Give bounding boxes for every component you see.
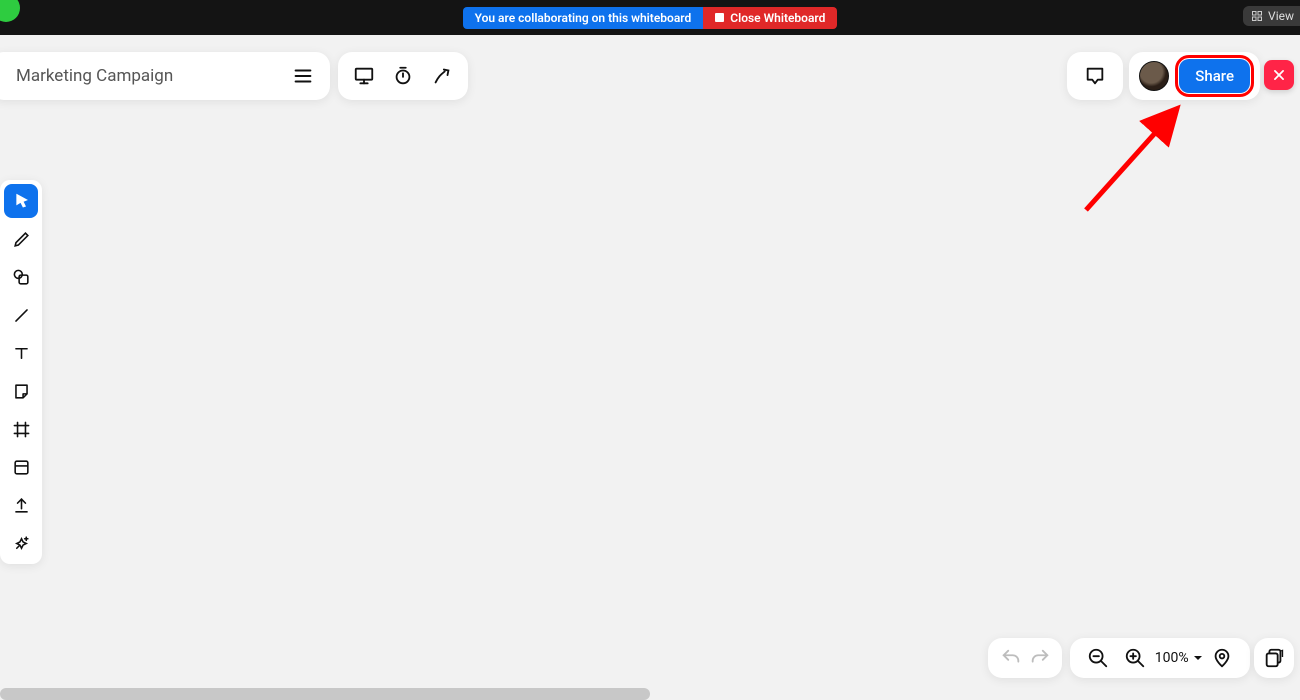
upload-tool[interactable] xyxy=(4,488,38,522)
zoom-out-icon xyxy=(1087,647,1109,669)
zoom-in-icon xyxy=(1124,647,1146,669)
more-apps-tool[interactable] xyxy=(4,526,38,560)
presentation-icon xyxy=(353,65,375,87)
upload-icon xyxy=(12,496,31,515)
board-title[interactable]: Marketing Campaign xyxy=(16,66,173,86)
minimap-button[interactable] xyxy=(1204,640,1240,676)
zoom-panel: 100% xyxy=(1070,638,1250,678)
undo-icon xyxy=(1000,647,1022,669)
sparkle-icon xyxy=(12,534,31,553)
stop-icon xyxy=(715,13,724,22)
status-indicator-icon xyxy=(0,0,20,22)
shape-tool[interactable] xyxy=(4,260,38,294)
map-pin-icon xyxy=(1211,647,1233,669)
line-tool[interactable] xyxy=(4,298,38,332)
pencil-icon xyxy=(12,230,31,249)
view-label: View xyxy=(1268,9,1294,23)
close-icon xyxy=(1272,68,1286,82)
frame-icon xyxy=(12,420,31,439)
board-menu-button[interactable] xyxy=(286,59,320,93)
pen-tool[interactable] xyxy=(4,222,38,256)
present-panel xyxy=(338,52,468,100)
collaboration-banner: You are collaborating on this whiteboard xyxy=(463,7,704,29)
hamburger-icon xyxy=(292,65,314,87)
pages-panel: 1 xyxy=(1254,638,1294,678)
share-button[interactable]: Share xyxy=(1179,59,1250,93)
close-whiteboard-label: Close Whiteboard xyxy=(730,11,825,25)
timer-button[interactable] xyxy=(385,58,421,94)
close-panel-button[interactable] xyxy=(1264,60,1294,90)
history-panel xyxy=(988,638,1062,678)
undo-button[interactable] xyxy=(996,640,1025,676)
zoom-in-button[interactable] xyxy=(1117,640,1153,676)
zoom-value-dropdown[interactable]: 100% xyxy=(1155,650,1203,666)
line-icon xyxy=(12,306,31,325)
frame-tool[interactable] xyxy=(4,412,38,446)
toolbox xyxy=(0,180,42,564)
zoom-value-label: 100% xyxy=(1155,650,1189,666)
templates-tool[interactable] xyxy=(4,450,38,484)
pages-button[interactable]: 1 xyxy=(1256,640,1292,676)
redo-icon xyxy=(1029,647,1051,669)
timer-icon xyxy=(392,65,414,87)
title-panel: Marketing Campaign xyxy=(0,52,330,100)
present-button[interactable] xyxy=(346,58,382,94)
laser-icon xyxy=(431,65,453,87)
comments-button[interactable] xyxy=(1077,58,1113,94)
sticky-note-tool[interactable] xyxy=(4,374,38,408)
comment-icon xyxy=(1084,65,1106,87)
laser-button[interactable] xyxy=(424,58,460,94)
redo-button[interactable] xyxy=(1025,640,1054,676)
view-mode-button[interactable]: View xyxy=(1243,6,1300,26)
shapes-icon xyxy=(12,268,31,287)
template-icon xyxy=(12,458,31,477)
pages-count-badge: 1 xyxy=(1279,649,1285,660)
text-tool[interactable] xyxy=(4,336,38,370)
annotation-arrow xyxy=(1078,100,1188,220)
text-icon xyxy=(12,344,31,363)
cursor-icon xyxy=(12,192,31,211)
horizontal-scrollbar[interactable] xyxy=(0,688,650,700)
select-tool[interactable] xyxy=(4,184,38,218)
zoom-out-button[interactable] xyxy=(1080,640,1116,676)
sticky-note-icon xyxy=(12,382,31,401)
avatar[interactable] xyxy=(1139,61,1169,91)
close-whiteboard-button[interactable]: Close Whiteboard xyxy=(703,7,837,29)
grid-icon xyxy=(1251,10,1263,22)
chevron-down-icon xyxy=(1193,653,1203,663)
app-topbar: You are collaborating on this whiteboard… xyxy=(0,0,1300,35)
comments-panel xyxy=(1067,52,1123,100)
share-panel: Share xyxy=(1129,52,1260,100)
